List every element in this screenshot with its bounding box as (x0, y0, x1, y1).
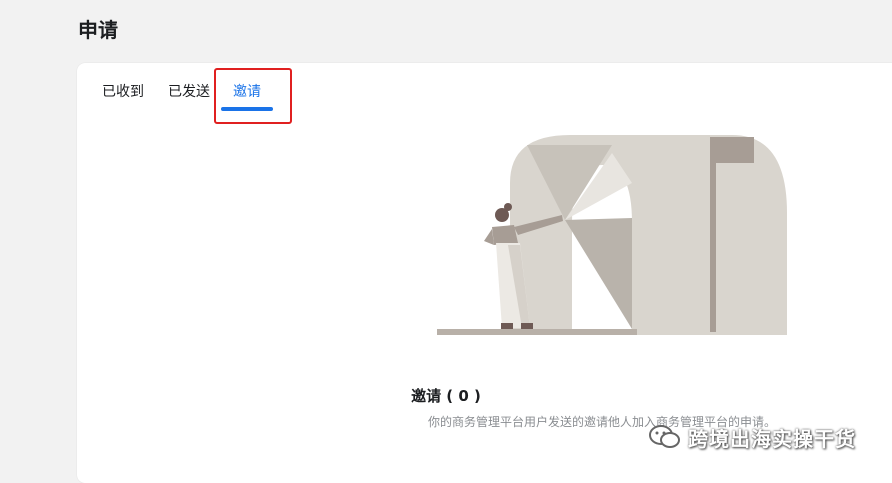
watermark-text: 跨境出海实操干货 (688, 426, 856, 451)
wechat-icon (649, 425, 680, 448)
tab-sent[interactable]: 已发送 (168, 81, 210, 101)
tab-bar: 已收到 已发送 邀请 (77, 63, 892, 124)
empty-state-illustration (437, 135, 787, 335)
tab-received[interactable]: 已收到 (102, 81, 144, 101)
highlight-annotation-box (214, 68, 292, 124)
watermark: 跨境出海实操干货 (648, 419, 888, 455)
empty-state-title: 邀请 ( 0 ) (411, 387, 481, 405)
page-title: 申请 (78, 18, 118, 42)
